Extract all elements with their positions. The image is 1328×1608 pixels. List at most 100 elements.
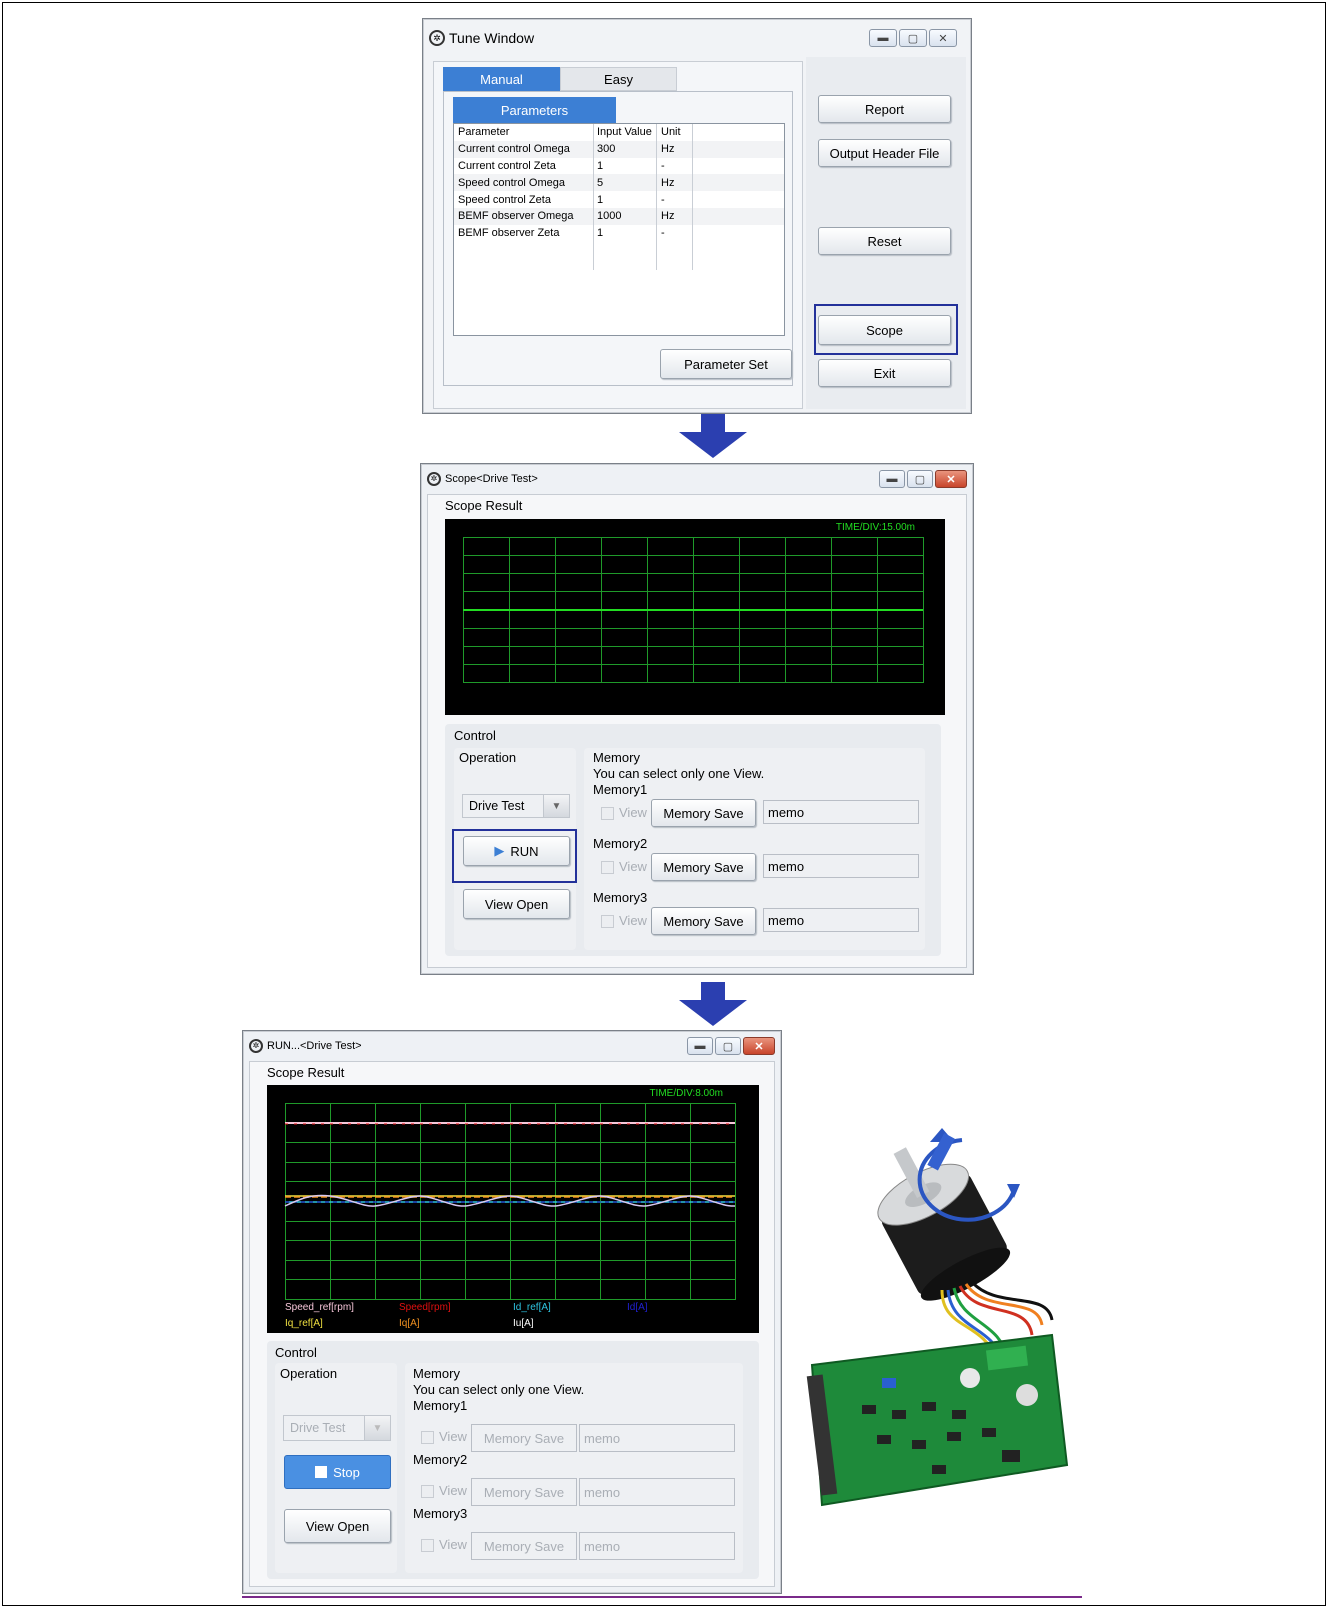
chevron-down-icon[interactable]: ▼ [543, 795, 569, 817]
memory2-memo-field[interactable]: memo [763, 854, 919, 878]
memory3-memo-field[interactable]: memo [763, 908, 919, 932]
minimize-icon[interactable]: ▬ [879, 470, 905, 488]
operation-select-value: Drive Test [290, 1421, 346, 1435]
table-row[interactable]: Speed control Zeta 1- [454, 191, 784, 208]
memory2-view-checkbox[interactable] [421, 1485, 434, 1498]
scope-grid [284, 1103, 736, 1300]
table-row[interactable]: BEMF observer Omega 1000 Hz [454, 207, 784, 225]
legend-speed-ref: Speed_ref[rpm] [285, 1302, 354, 1313]
legend-id-ref: Id_ref[A] [513, 1302, 551, 1313]
table-row[interactable]: Current control Zeta 1- [454, 157, 784, 175]
control-label: Control [275, 1345, 317, 1360]
memory3-view-checkbox[interactable] [421, 1539, 434, 1552]
memory3-label: Memory3 [593, 890, 648, 905]
legend-iq-ref: Iq_ref[A] [285, 1318, 323, 1329]
tab-parameters[interactable]: Parameters [453, 97, 616, 123]
time-div-readout: TIME/DIV:15.00m [835, 522, 915, 533]
memory3-save-button[interactable]: Memory Save [651, 907, 756, 935]
legend-id: Id[A] [627, 1302, 648, 1313]
scope-button-highlight [814, 304, 958, 355]
motor-board-illustration [806, 1128, 1069, 1507]
window-controls: ▬ ▢ ✕ [687, 1037, 775, 1055]
memory2-label: Memory2 [593, 836, 648, 851]
tune-window-title: Tune Window [449, 30, 535, 46]
maximize-icon[interactable]: ▢ [907, 470, 933, 488]
memory2-view-label: View [619, 859, 647, 874]
stop-button-label: Stop [333, 1464, 360, 1480]
window-controls: ▬ ▢ ✕ [869, 29, 957, 47]
control-label: Control [454, 728, 496, 743]
table-row[interactable]: Speed control Omega 5 Hz [454, 174, 784, 192]
operation-select[interactable]: Drive Test ▼ [283, 1415, 391, 1441]
minimize-icon[interactable]: ▬ [869, 29, 897, 47]
legend-speed: Speed[rpm] [399, 1302, 451, 1313]
table-row[interactable]: BEMF observer Zeta 1- [454, 224, 784, 242]
chevron-down-icon[interactable]: ▼ [364, 1416, 390, 1440]
memory-label: Memory [413, 1366, 460, 1381]
run-window-title: RUN...<Drive Test> [267, 1040, 362, 1052]
down-arrow-icon [679, 982, 747, 1026]
scope-result-label: Scope Result [445, 498, 523, 513]
time-div-readout: TIME/DIV:8.00m [649, 1088, 723, 1099]
memory1-memo-field[interactable]: memo [763, 800, 919, 824]
footer-rule [242, 1596, 1082, 1598]
motor-image [877, 1128, 1054, 1361]
reset-button[interactable]: Reset [818, 227, 951, 255]
exit-button[interactable]: Exit [818, 359, 951, 387]
scope-window-title: Scope<Drive Test> [445, 473, 538, 485]
stop-icon [315, 1466, 328, 1478]
down-arrow-icon [679, 414, 747, 458]
app-logo-icon: ✲ [429, 30, 445, 46]
memory1-save-button[interactable]: Memory Save [651, 799, 756, 827]
memory2-view-checkbox[interactable] [601, 861, 614, 874]
maximize-icon[interactable]: ▢ [715, 1037, 741, 1055]
stop-button[interactable]: Stop [284, 1455, 391, 1489]
memory3-save-button[interactable]: Memory Save [471, 1532, 577, 1560]
header-unit: Unit [657, 124, 693, 141]
operation-label: Operation [459, 750, 517, 765]
scope-grid [463, 537, 924, 683]
memory-note: You can select only one View. [593, 766, 765, 781]
memory2-memo-field[interactable]: memo [579, 1478, 735, 1506]
close-icon[interactable]: ✕ [935, 470, 967, 488]
memory1-view-label: View [619, 805, 647, 820]
memory1-save-button[interactable]: Memory Save [471, 1424, 577, 1452]
tab-easy[interactable]: Easy [560, 67, 677, 91]
minimize-icon[interactable]: ▬ [687, 1037, 713, 1055]
scope-display: TIME/DIV:8.00m Speed_ref[rpm] Speed[rpm]… [267, 1085, 759, 1333]
header-input-value: Input Value [594, 124, 657, 141]
maximize-icon[interactable]: ▢ [899, 29, 927, 47]
memory1-memo-field[interactable]: memo [579, 1424, 735, 1452]
memory3-view-checkbox[interactable] [601, 915, 614, 928]
view-open-button[interactable]: View Open [284, 1509, 391, 1543]
memory-label: Memory [593, 750, 640, 765]
memory3-view-label: View [619, 913, 647, 928]
memory1-view-label: View [439, 1429, 467, 1444]
close-icon[interactable]: ✕ [929, 29, 957, 47]
memory2-save-button[interactable]: Memory Save [471, 1478, 577, 1506]
scope-result-label: Scope Result [267, 1065, 345, 1080]
view-open-button[interactable]: View Open [463, 889, 570, 919]
memory3-memo-field[interactable]: memo [579, 1532, 735, 1560]
report-button[interactable]: Report [818, 95, 951, 123]
app-logo-icon: ✲ [249, 1039, 263, 1053]
run-window: ✲ RUN...<Drive Test> ▬ ▢ ✕ Scope Result [242, 1030, 782, 1594]
tab-manual[interactable]: Manual [443, 67, 560, 91]
parameter-table: Parameter Input Value Unit Current contr… [453, 123, 785, 336]
operation-label: Operation [280, 1366, 338, 1381]
table-row[interactable]: Current control Omega 300 Hz [454, 140, 784, 158]
memory1-view-checkbox[interactable] [421, 1431, 434, 1444]
memory2-save-button[interactable]: Memory Save [651, 853, 756, 881]
operation-select[interactable]: Drive Test ▼ [462, 794, 570, 818]
parameter-set-button[interactable]: Parameter Set [660, 349, 792, 379]
legend-iu: Iu[A] [513, 1318, 534, 1329]
memory2-view-label: View [439, 1483, 467, 1498]
memory1-view-checkbox[interactable] [601, 807, 614, 820]
legend-iq: Iq[A] [399, 1318, 420, 1329]
close-icon[interactable]: ✕ [743, 1037, 775, 1055]
memory1-label: Memory1 [593, 782, 648, 797]
window-controls: ▬ ▢ ✕ [879, 470, 967, 488]
output-header-file-button[interactable]: Output Header File [818, 139, 951, 167]
app-logo-icon: ✲ [427, 472, 441, 486]
memory-note: You can select only one View. [413, 1382, 585, 1397]
